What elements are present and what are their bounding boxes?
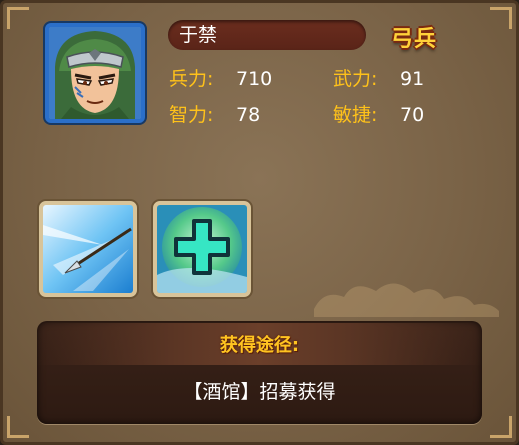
hero-info-panel: 于禁 弓兵 兵力: 710 武力: 91 智力: 78 敏捷: 70 获得途径:… [0,0,519,445]
hero-name: 于禁 [179,24,218,46]
stat-intellect-value: 78 [236,104,261,126]
acquire-source-title: 获得途径: [219,335,300,356]
skill-slot-1[interactable] [39,201,137,297]
stat-force-value: 91 [400,68,425,90]
stat-intellect-label: 智力: [169,104,214,126]
acquire-source-text[interactable]: 【酒馆】招募获得 [37,377,482,404]
stat-force-label: 武力: [333,68,378,90]
corner-ornament [7,7,29,29]
skill-slot-2[interactable] [153,201,251,297]
corner-ornament [7,416,29,438]
stat-troops-value: 710 [236,68,273,90]
stat-agility-label: 敏捷: [333,104,378,126]
stat-agility-value: 70 [400,104,425,126]
spear-thrust-icon [43,205,133,293]
hero-portrait-icon [49,27,141,119]
hero-portrait[interactable] [45,23,145,123]
corner-ornament [490,7,512,29]
cloud-ornament-icon [314,283,499,317]
heal-cross-icon [157,205,247,293]
unit-type-badge: 弓兵 [391,27,438,52]
corner-ornament [490,416,512,438]
stat-troops-label: 兵力: [169,68,214,90]
